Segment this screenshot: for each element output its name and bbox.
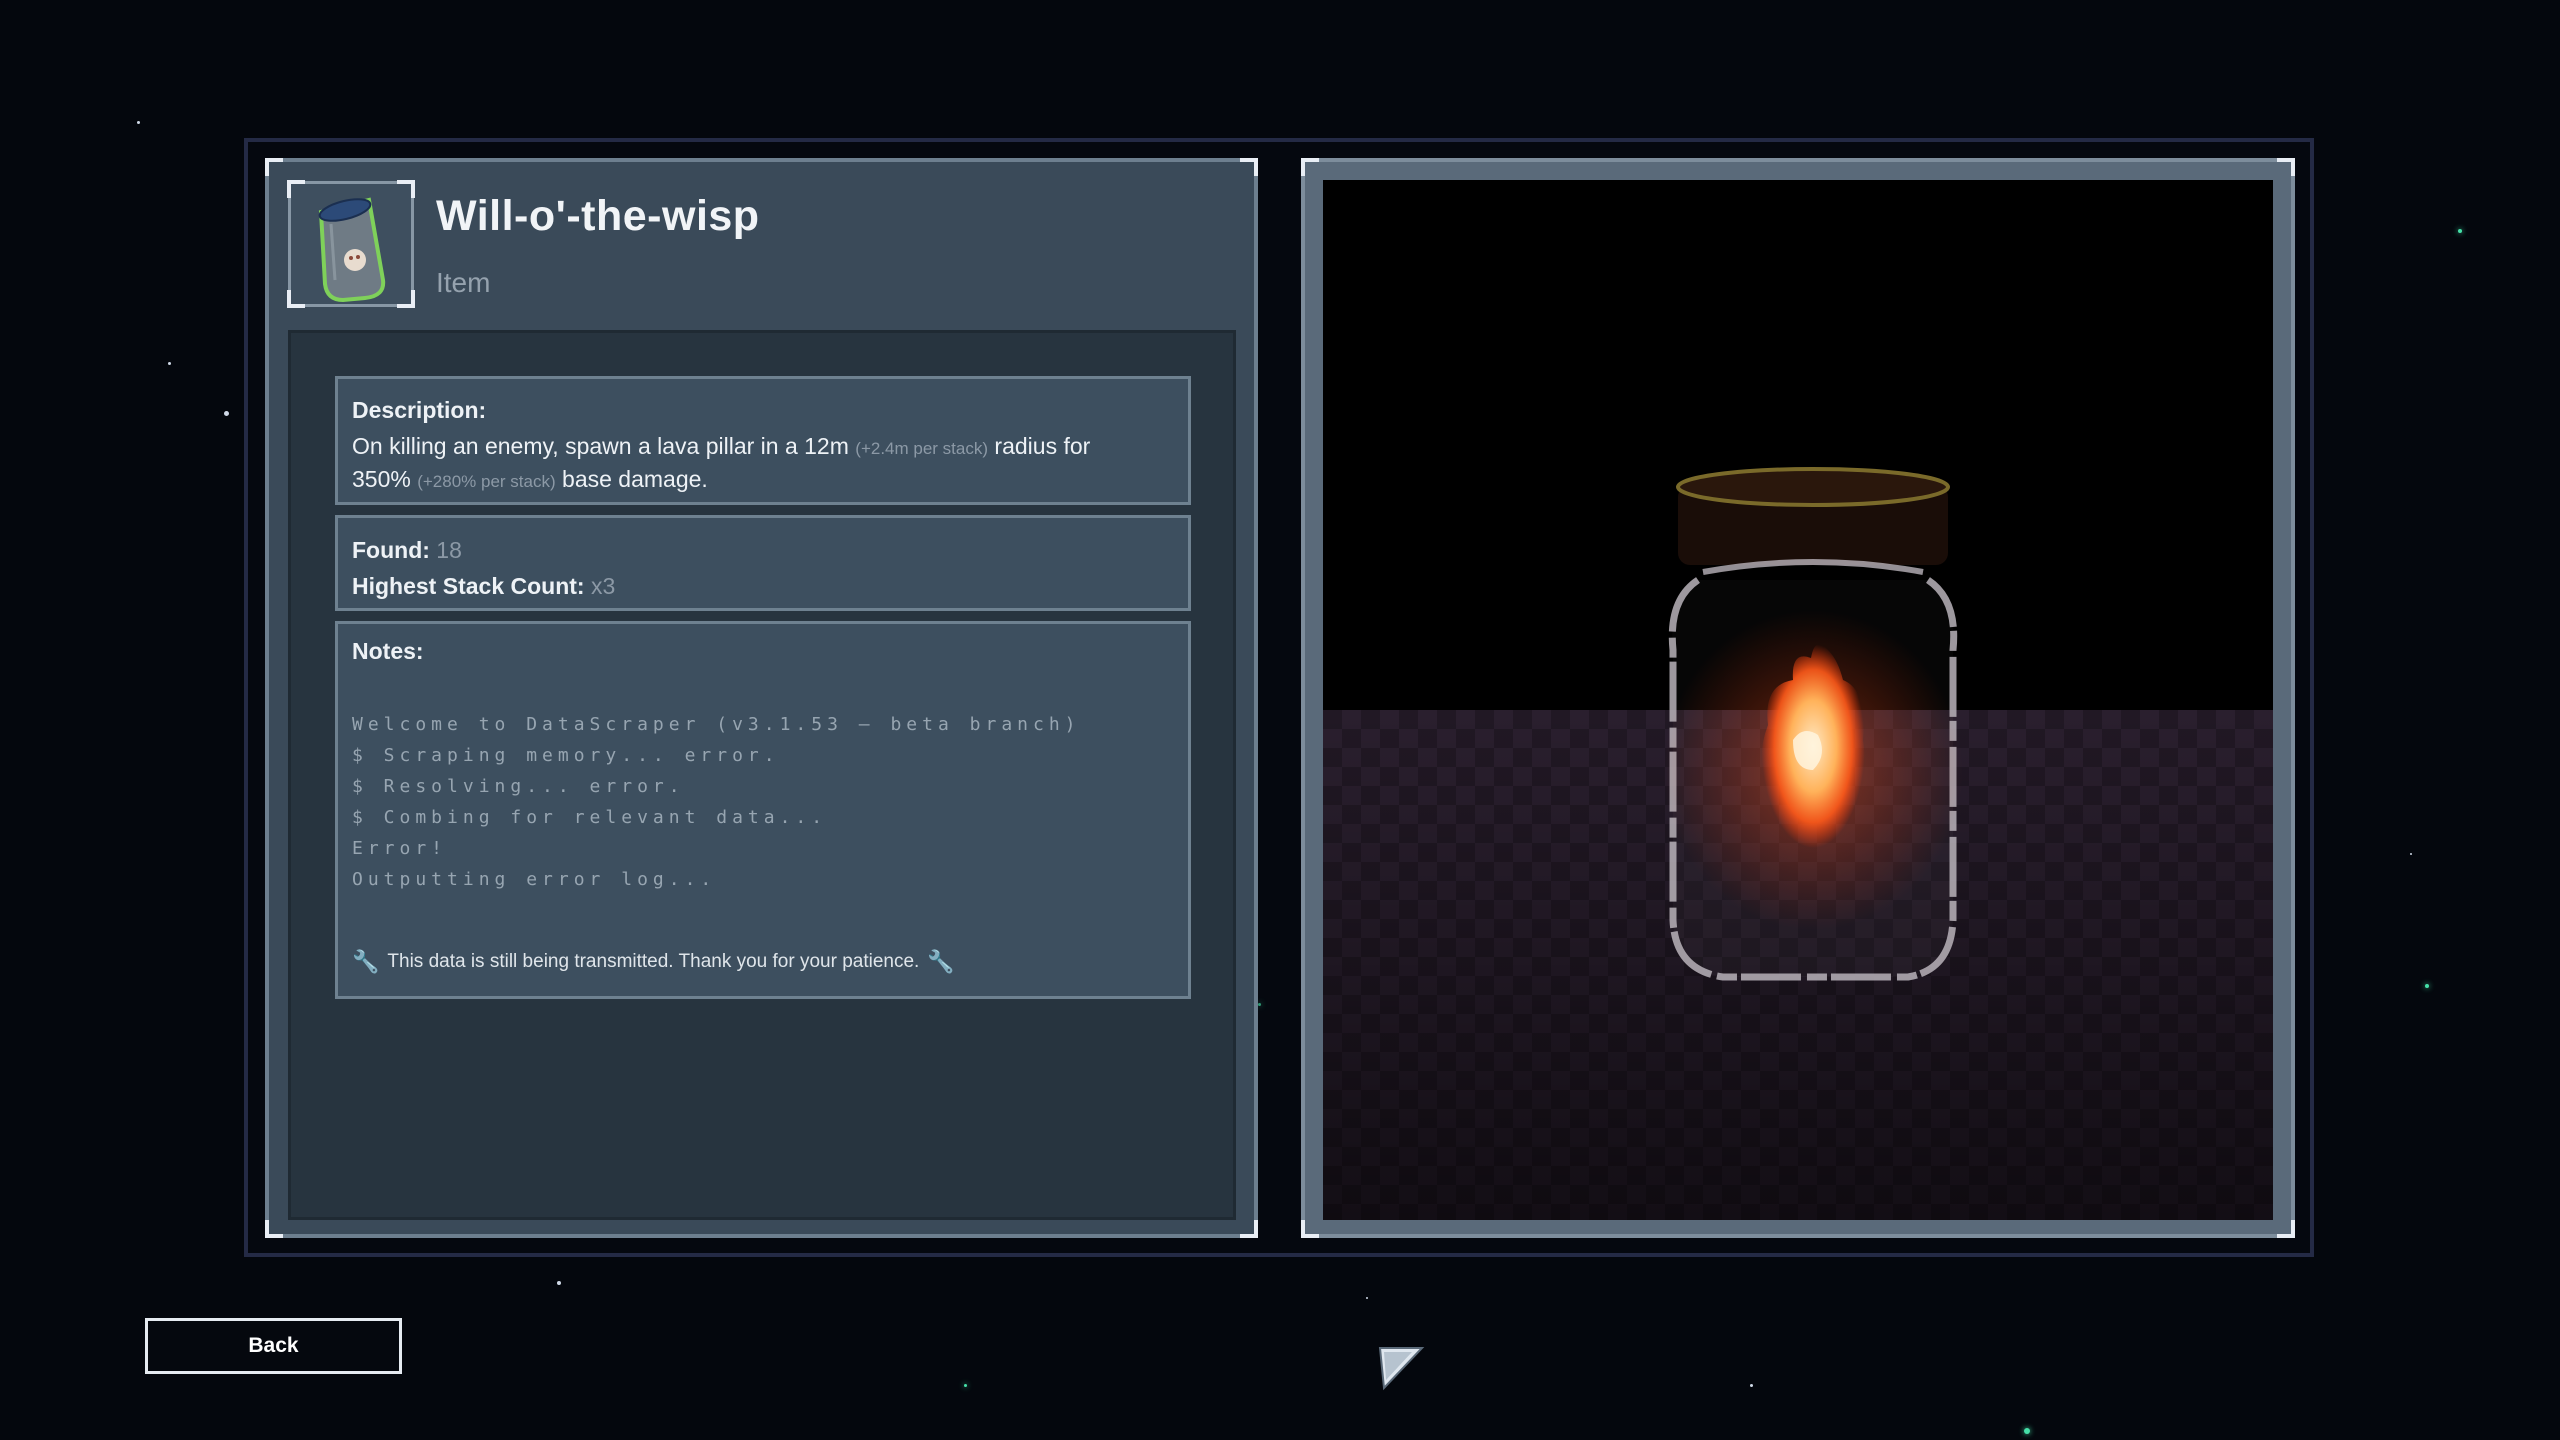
item-icon-frame bbox=[287, 180, 415, 308]
back-button[interactable]: Back bbox=[145, 1318, 402, 1374]
corner-bracket bbox=[1240, 158, 1258, 176]
item-title: Will-o'-the-wisp bbox=[436, 192, 760, 240]
notes-card: Notes: Welcome to DataScraper (v3.1.53 –… bbox=[335, 621, 1191, 999]
star bbox=[224, 411, 229, 416]
found-label: Found: bbox=[352, 537, 430, 563]
model-viewport[interactable] bbox=[1323, 180, 2273, 1220]
terminal-line: Welcome to DataScraper (v3.1.53 – beta b… bbox=[352, 714, 1081, 735]
terminal-log: Welcome to DataScraper (v3.1.53 – beta b… bbox=[352, 709, 1174, 895]
terminal-line: $ Combing for relevant data... bbox=[352, 807, 828, 828]
mouse-cursor-icon bbox=[1378, 1347, 1425, 1391]
stack-bonus: (+2.4m per stack) bbox=[855, 439, 989, 458]
star bbox=[1366, 1297, 1368, 1299]
stack-bonus: (+280% per stack) bbox=[417, 472, 556, 491]
glass-jar-model[interactable] bbox=[1323, 180, 2273, 1220]
notes-label: Notes: bbox=[352, 638, 424, 664]
wrench-icon: 🔧 bbox=[927, 949, 955, 974]
model-preview-panel bbox=[1301, 158, 2295, 1238]
corner-bracket bbox=[1301, 158, 1319, 176]
content-well: Description: On killing an enemy, spawn … bbox=[288, 330, 1236, 1220]
star bbox=[137, 121, 140, 124]
description-line-1: On killing an enemy, spawn a lava pillar… bbox=[352, 431, 1174, 464]
stats-card: Found: 18 Highest Stack Count: x3 bbox=[335, 515, 1191, 611]
terminal-line: Outputting error log... bbox=[352, 869, 717, 890]
corner-bracket bbox=[1240, 1220, 1258, 1238]
corner-bracket bbox=[2277, 158, 2295, 176]
stack-row: Highest Stack Count: x3 bbox=[352, 568, 1174, 604]
description-text: 350% bbox=[352, 466, 411, 492]
star bbox=[2425, 984, 2429, 988]
transmission-message: This data is still being transmitted. Th… bbox=[387, 951, 920, 972]
found-row: Found: 18 bbox=[352, 532, 1174, 568]
terminal-line: Error! bbox=[352, 838, 448, 859]
corner-bracket bbox=[265, 158, 283, 176]
star bbox=[964, 1384, 967, 1387]
glass-jar-icon bbox=[318, 197, 386, 303]
item-info-panel: Will-o'-the-wisp Item Description: On ki… bbox=[265, 158, 1258, 1238]
description-text: radius for bbox=[994, 433, 1091, 459]
found-value: 18 bbox=[436, 537, 462, 563]
corner-bracket bbox=[2277, 1220, 2295, 1238]
star bbox=[1750, 1384, 1753, 1387]
star bbox=[168, 362, 171, 365]
star bbox=[2410, 853, 2412, 855]
star bbox=[2024, 1428, 2030, 1434]
corner-bracket bbox=[1301, 1220, 1319, 1238]
transmission-notice: 🔧 This data is still being transmitted. … bbox=[352, 949, 955, 975]
wrench-icon: 🔧 bbox=[352, 949, 380, 974]
terminal-line: $ Resolving... error. bbox=[352, 776, 685, 797]
item-type-label: Item bbox=[436, 267, 491, 298]
description-label: Description: bbox=[352, 397, 487, 423]
terminal-line: $ Scraping memory... error. bbox=[352, 745, 780, 766]
star bbox=[2458, 229, 2462, 233]
star bbox=[557, 1281, 561, 1285]
description-card: Description: On killing an enemy, spawn … bbox=[335, 376, 1191, 505]
description-line-2: 350% (+280% per stack) base damage. bbox=[352, 464, 1174, 497]
stack-count-value: x3 bbox=[590, 573, 616, 599]
description-text: base damage. bbox=[562, 466, 708, 492]
corner-bracket bbox=[265, 1220, 283, 1238]
stack-count-label: Highest Stack Count: bbox=[352, 573, 585, 599]
description-text: On killing an enemy, spawn a lava pillar… bbox=[352, 433, 849, 459]
